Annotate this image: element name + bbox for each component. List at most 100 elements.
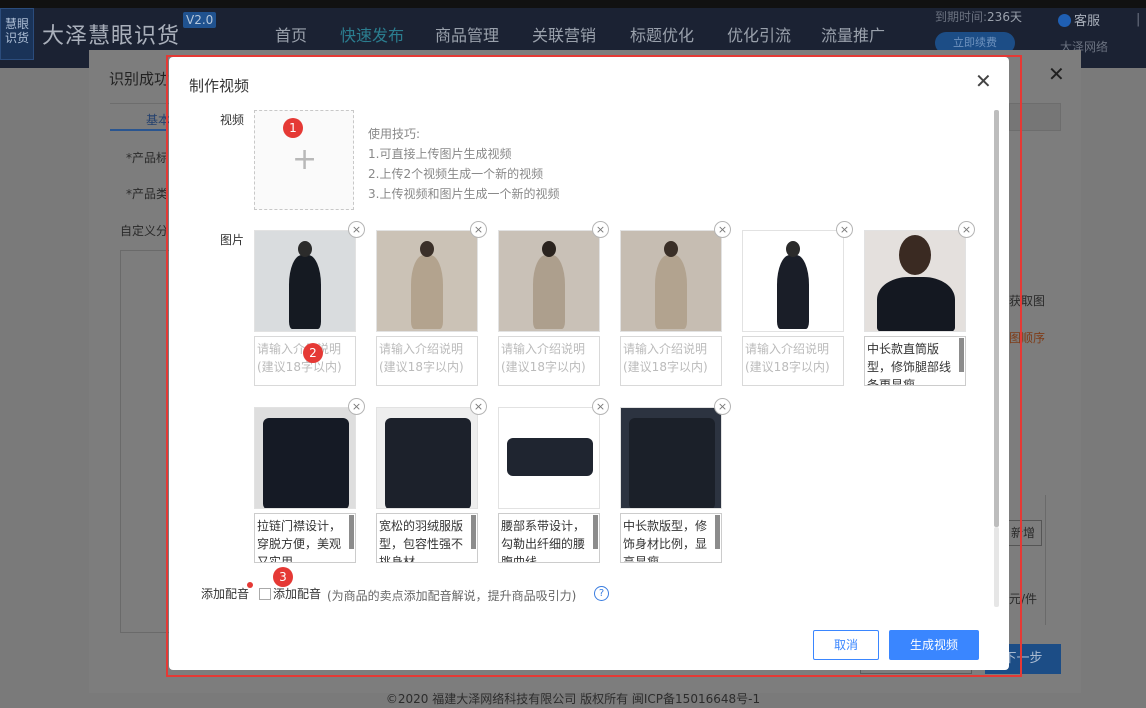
product-image[interactable]: [742, 230, 844, 332]
remove-image-icon[interactable]: ×: [592, 398, 609, 415]
textarea-scrollbar[interactable]: [349, 515, 354, 549]
cancel-button[interactable]: 取消: [813, 630, 879, 660]
image-description-input[interactable]: 请输入介绍说明(建议18字以内): [742, 336, 844, 386]
product-image[interactable]: [620, 230, 722, 332]
image-card: × 请输入介绍说明(建议18字以内): [498, 221, 609, 386]
product-image[interactable]: [376, 407, 478, 509]
nav-item[interactable]: 标题优化: [630, 22, 694, 46]
coat-detail: [507, 438, 593, 476]
remove-image-icon[interactable]: ×: [714, 221, 731, 238]
nav-item[interactable]: 优化引流: [727, 22, 791, 46]
textarea-scrollbar[interactable]: [715, 515, 720, 549]
model-figure: [411, 255, 443, 329]
product-image[interactable]: [254, 230, 356, 332]
close-icon[interactable]: ✕: [975, 69, 992, 93]
product-image[interactable]: [864, 230, 966, 332]
description-text: 请输入介绍说明(建议18字以内): [501, 342, 586, 374]
brand-name: 大泽慧眼识货: [42, 24, 181, 49]
image-description-input[interactable]: 请输入介绍说明(建议18字以内): [376, 336, 478, 386]
image-description-input[interactable]: 中长款直筒版型，修饰腿部线条更显瘦: [864, 336, 966, 386]
dubbing-checkbox[interactable]: [259, 588, 271, 600]
product-image[interactable]: [498, 407, 600, 509]
nav-item[interactable]: 首页: [275, 22, 307, 46]
image-card: × 中长款版型，修饰身材比例，显高显瘦: [620, 398, 731, 563]
textarea-scrollbar[interactable]: [593, 515, 598, 549]
service-link[interactable]: 客服: [1058, 10, 1100, 29]
description-text: 请输入介绍说明(建议18字以内): [623, 342, 708, 374]
modal-scrollbar[interactable]: [994, 110, 999, 527]
background-tab[interactable]: 基本: [146, 111, 170, 128]
image-description-input[interactable]: 拉链门襟设计，穿脱方便，美观又实用: [254, 513, 356, 563]
tips-title: 使用技巧:: [368, 127, 421, 141]
remove-image-icon[interactable]: ×: [348, 221, 365, 238]
logo: 慧眼识货: [0, 8, 34, 60]
nav-item[interactable]: 快速发布: [340, 22, 404, 46]
remove-image-icon[interactable]: ×: [836, 221, 853, 238]
background-divider: [1045, 495, 1046, 625]
remove-image-icon[interactable]: ×: [592, 221, 609, 238]
dubbing-checkbox-label[interactable]: 添加配音: [273, 585, 321, 602]
description-text: 请输入介绍说明(建议18字以内): [379, 342, 464, 374]
expire-info: 到期时间:236天: [935, 8, 1022, 25]
remove-image-icon[interactable]: ×: [470, 221, 487, 238]
browser-strip: [0, 0, 1146, 8]
description-text: 拉链门襟设计，穿脱方便，美观又实用: [257, 519, 342, 563]
remove-image-icon[interactable]: ×: [714, 398, 731, 415]
background-add-button[interactable]: 新增: [1004, 520, 1042, 546]
remove-image-icon[interactable]: ×: [348, 398, 365, 415]
header-separator: |: [1136, 12, 1141, 27]
service-icon: [1058, 14, 1071, 27]
footer-copyright: ©2020 福建大泽网络科技有限公司 版权所有 闽ICP备15016648号-1: [385, 692, 761, 706]
background-side-text: 获取图: [1009, 294, 1046, 308]
background-label: 自定义分: [120, 224, 169, 238]
image-card: × 中长款直筒版型，修饰腿部线条更显瘦: [864, 221, 975, 386]
image-description-input[interactable]: 中长款版型，修饰身材比例，显高显瘦: [620, 513, 722, 563]
image-description-input[interactable]: 腰部系带设计，勾勒出纤细的腰腹曲线: [498, 513, 600, 563]
image-description-input[interactable]: 请输入介绍说明(建议18字以内): [498, 336, 600, 386]
tip-item: 3.上传视频和图片生成一个新的视频: [368, 187, 560, 201]
coat-detail: [263, 418, 349, 508]
dubbing-label: 添加配音: [201, 587, 250, 601]
image-description-input[interactable]: 宽松的羽绒服版型，包容性强不挑身材: [376, 513, 478, 563]
nav-item[interactable]: 商品管理: [435, 22, 499, 46]
step-badge: 3: [273, 567, 293, 587]
textarea-scrollbar[interactable]: [959, 338, 964, 372]
modal-scroll-track: [994, 527, 999, 607]
model-head: [542, 241, 556, 257]
generate-video-button[interactable]: 生成视频: [889, 630, 979, 660]
product-image[interactable]: [498, 230, 600, 332]
model-head: [664, 241, 678, 257]
help-icon[interactable]: ?: [594, 586, 609, 601]
product-image[interactable]: [376, 230, 478, 332]
product-image[interactable]: [254, 407, 356, 509]
textarea-scrollbar[interactable]: [471, 515, 476, 549]
description-text: 中长款直筒版型，修饰腿部线条更显瘦: [867, 342, 952, 386]
nav-item[interactable]: 流量推广: [821, 22, 885, 46]
description-text: 腰部系带设计，勾勒出纤细的腰腹曲线: [501, 519, 586, 563]
image-description-input[interactable]: 请输入介绍说明(建议18字以内): [620, 336, 722, 386]
background-side-text: 元/件: [1009, 592, 1038, 606]
version-badge: V2.0: [183, 12, 217, 28]
video-upload-box[interactable]: +: [254, 110, 354, 210]
step-badge: 1: [283, 118, 303, 138]
model-figure: [877, 277, 955, 331]
model-head: [786, 241, 800, 257]
remove-image-icon[interactable]: ×: [958, 221, 975, 238]
image-card: × 请输入介绍说明(建议18字以内): [254, 221, 365, 386]
model-head: [899, 235, 931, 275]
plus-icon: +: [292, 142, 318, 177]
service-label: 客服: [1074, 14, 1101, 29]
tip-item: 2.上传2个视频生成一个新的视频: [368, 167, 544, 181]
image-card: × 腰部系带设计，勾勒出纤细的腰腹曲线: [498, 398, 609, 563]
product-image[interactable]: [620, 407, 722, 509]
description-text: 请输入介绍说明(建议18字以内): [745, 342, 830, 374]
background-label: *产品类: [126, 187, 169, 201]
image-description-input[interactable]: 请输入介绍说明(建议18字以内): [254, 336, 356, 386]
image-card: × 请输入介绍说明(建议18字以内): [742, 221, 853, 386]
background-close-icon[interactable]: ✕: [1048, 62, 1065, 86]
image-label: 图片: [220, 233, 245, 247]
remove-image-icon[interactable]: ×: [470, 398, 487, 415]
coat-detail: [385, 418, 471, 508]
nav-item[interactable]: 关联营销: [532, 22, 596, 46]
background-panel: [120, 250, 170, 633]
